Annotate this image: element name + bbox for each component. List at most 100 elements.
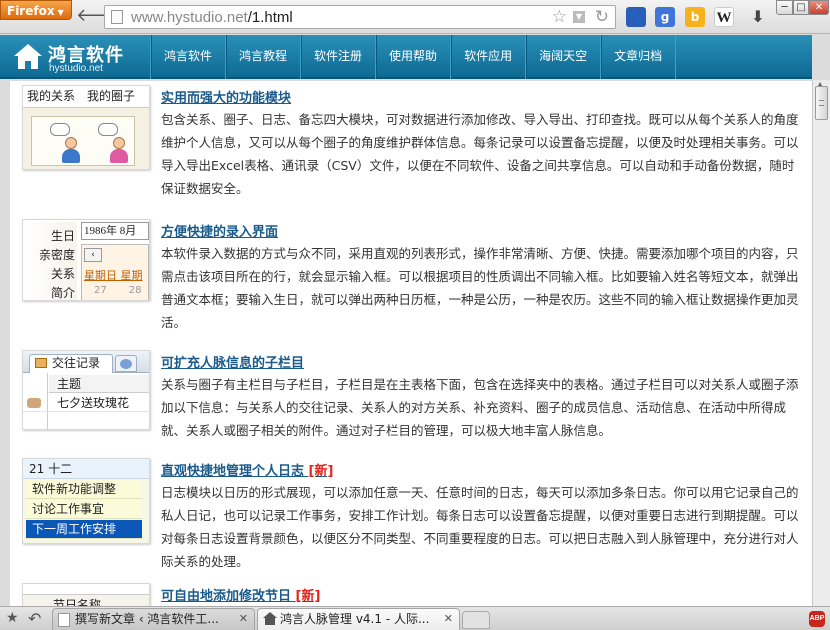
main-nav: 鸿言软件 鸿言教程 软件注册 使用帮助 软件应用 海阔天空 文章归档 xyxy=(150,35,677,79)
speech-bubble-icon xyxy=(50,123,70,136)
thumb-field-label: 生日 xyxy=(50,229,75,243)
person-icon xyxy=(110,137,128,165)
calendar-day: 27 xyxy=(94,285,107,296)
browser-tabstrip: ★ ↶ 撰写新文章 ‹ 鸿言软件工... ✕ 鸿言人脉管理 v4.1 - 人际.… xyxy=(0,606,830,630)
thumb-people-panel xyxy=(31,116,135,166)
nav-item-register[interactable]: 软件注册 xyxy=(300,35,375,79)
thumb-diary-date: 21 十二 xyxy=(23,459,149,479)
thumb-column-header: 主题 xyxy=(49,375,149,393)
new-badge: [新] xyxy=(295,589,321,604)
nav-item-help[interactable]: 使用帮助 xyxy=(375,35,450,79)
feature-thumbnail[interactable]: 21 十二 软件新功能调整 讨论工作事宜 下一周工作安排 xyxy=(22,458,150,544)
page-icon xyxy=(111,10,123,24)
feature-title-text[interactable]: 可扩充人脉信息的子栏目 xyxy=(161,356,304,371)
thumb-diary-entry-selected: 下一周工作安排 xyxy=(26,520,142,539)
nav-item-software[interactable]: 鸿言软件 xyxy=(150,35,225,79)
url-path: /1.html xyxy=(247,9,293,26)
bookmark-star-icon[interactable]: ★ xyxy=(6,610,19,626)
thumb-tab-label: 交往记录 xyxy=(52,356,101,370)
person-icon xyxy=(62,137,80,165)
page-content: 我的关系 我的圈子 实用而强大的功能模块 包含关系、圈子、日志、备忘四大模块，可对… xyxy=(0,81,812,606)
home-icon xyxy=(14,44,42,70)
thumb-tab-circles: 我的圈子 xyxy=(87,89,136,103)
browser-tab[interactable]: 撰写新文章 ‹ 鸿言软件工... ✕ xyxy=(52,608,255,630)
logo-domain: hystudio.net xyxy=(49,63,103,74)
site-header: 鸿言软件 hystudio.net 鸿言软件 鸿言教程 软件注册 使用帮助 软件… xyxy=(0,35,812,79)
thumb-date-input: 1986年 8月 xyxy=(81,222,149,240)
feature-title[interactable]: 直观快捷地管理个人日志 [新] xyxy=(161,460,333,479)
nav-item-archive[interactable]: 文章归档 xyxy=(600,35,677,79)
url-history-dropdown-icon[interactable]: ▼ xyxy=(573,11,585,23)
feature-description: 包含关系、圈子、日志、备忘四大模块，可对数据进行添加修改、导入导出、打印查找。既… xyxy=(161,112,799,196)
new-tab-button[interactable] xyxy=(462,611,490,629)
bookmark-star-icon[interactable]: ☆ xyxy=(552,7,567,27)
feature-title-text[interactable]: 可自由地添加修改节日 xyxy=(161,589,291,604)
feature-title-text[interactable]: 实用而强大的功能模块 xyxy=(161,91,291,106)
people-icon xyxy=(120,359,132,369)
feature-title-text[interactable]: 方便快捷的录入界面 xyxy=(161,225,278,240)
speech-bubble-icon xyxy=(98,123,118,136)
nav-item-apps[interactable]: 软件应用 xyxy=(450,35,525,79)
adblock-icon[interactable]: ABP xyxy=(809,611,825,627)
chevron-left-icon: ‹ xyxy=(84,248,102,262)
home-icon xyxy=(263,612,277,626)
browser-tab-active[interactable]: 鸿言人脉管理 v4.1 - 人际... ✕ xyxy=(257,608,460,630)
feature-title-text[interactable]: 直观快捷地管理个人日志 xyxy=(161,464,304,479)
url-domain: www.hystudio.net xyxy=(131,9,248,26)
feature-description: 本软件录入数据的方式与众不同，采用直观的列表形式，操作非常清晰、方便、快捷。需要… xyxy=(161,246,799,330)
thumb-table-row: 七夕送玫瑰花 xyxy=(23,394,149,412)
thumb-row-text: 七夕送玫瑰花 xyxy=(57,396,130,410)
thumb-tab-relations: 我的关系 xyxy=(27,89,76,103)
baidu-icon[interactable]: 🐾 xyxy=(626,7,646,27)
nav-item-tutorials[interactable]: 鸿言教程 xyxy=(225,35,300,79)
thumb-tabbar: 交往记录 xyxy=(23,351,149,373)
record-icon xyxy=(27,398,41,408)
feature-description: 日志模块以日历的形式展现，可以添加任意一天、任意时间的日志，每天可以添加多条日志… xyxy=(161,485,799,569)
firefox-menu-button[interactable]: Firefox ▼ xyxy=(0,0,72,20)
firefox-menu-label: Firefox xyxy=(7,4,55,18)
calendar-day: 28 xyxy=(128,285,142,296)
feature-thumbnail[interactable]: 交往记录 主题 七夕送玫瑰花 xyxy=(22,350,150,430)
feature-thumbnail[interactable]: 生日 亲密度 关系 简介 1986年 8月 ‹ 星期日 星期 27 28 xyxy=(22,219,150,301)
feature-thumbnail[interactable]: 节日名称 xyxy=(22,583,150,606)
folder-icon xyxy=(35,358,47,368)
calendar-day-numbers: 27 28 xyxy=(94,285,149,296)
thumb-tab-people xyxy=(115,355,137,372)
feature-title[interactable]: 可自由地添加修改节日 [新] xyxy=(161,585,320,604)
feature-thumbnail[interactable]: 我的关系 我的圈子 xyxy=(22,85,150,170)
url-text[interactable]: www.hystudio.net/1.html xyxy=(131,9,293,26)
url-bar[interactable]: www.hystudio.net/1.html ☆ ▼ ↻ xyxy=(104,5,616,29)
wikipedia-icon[interactable]: W xyxy=(714,7,734,27)
maximize-button[interactable]: □ xyxy=(793,0,809,15)
close-window-button[interactable]: ✕ xyxy=(809,0,829,15)
thumb-tabbar: 我的关系 我的圈子 xyxy=(23,86,149,108)
back-arrow-icon[interactable]: 🡐 xyxy=(76,6,124,28)
thumb-tab-records: 交往记录 xyxy=(29,354,113,373)
download-arrow-icon[interactable]: ⬇ xyxy=(748,7,768,27)
page-icon xyxy=(58,613,70,627)
page-scrollbar[interactable]: ▲ xyxy=(812,80,830,606)
thumb-field-label: 亲密度 xyxy=(38,248,75,262)
thumb-calendar-popup: ‹ 星期日 星期 27 28 xyxy=(81,244,149,300)
calendar-weekdays: 星期日 星期 xyxy=(84,269,143,282)
feature-title[interactable]: 方便快捷的录入界面 xyxy=(161,221,278,240)
chevron-down-icon: ▼ xyxy=(57,8,64,17)
browser-tab-title: 撰写新文章 ‹ 鸿言软件工... xyxy=(75,612,219,626)
undo-arrow-icon[interactable]: ↶ xyxy=(28,609,41,628)
thumb-field-label: 关系 xyxy=(50,267,75,281)
thumb-field-label: 简介 xyxy=(50,286,75,300)
thumb-diary-entry: 软件新功能调整 xyxy=(26,480,142,499)
minimize-button[interactable]: ─ xyxy=(776,0,793,15)
scrollbar-thumb[interactable] xyxy=(815,86,828,120)
reload-icon[interactable]: ↻ xyxy=(595,7,609,27)
nav-item-blog[interactable]: 海阔天空 xyxy=(525,35,600,79)
close-tab-icon[interactable]: ✕ xyxy=(444,609,453,629)
close-tab-icon[interactable]: ✕ xyxy=(239,609,248,629)
thumb-column-header: 节日名称 xyxy=(23,594,149,606)
grip-icon xyxy=(819,100,824,106)
feature-title[interactable]: 实用而强大的功能模块 xyxy=(161,87,291,106)
site-logo[interactable]: 鸿言软件 hystudio.net xyxy=(14,40,149,74)
google-icon[interactable]: g xyxy=(655,7,675,27)
feature-title[interactable]: 可扩充人脉信息的子栏目 xyxy=(161,352,304,371)
bing-icon[interactable]: b xyxy=(685,7,705,27)
